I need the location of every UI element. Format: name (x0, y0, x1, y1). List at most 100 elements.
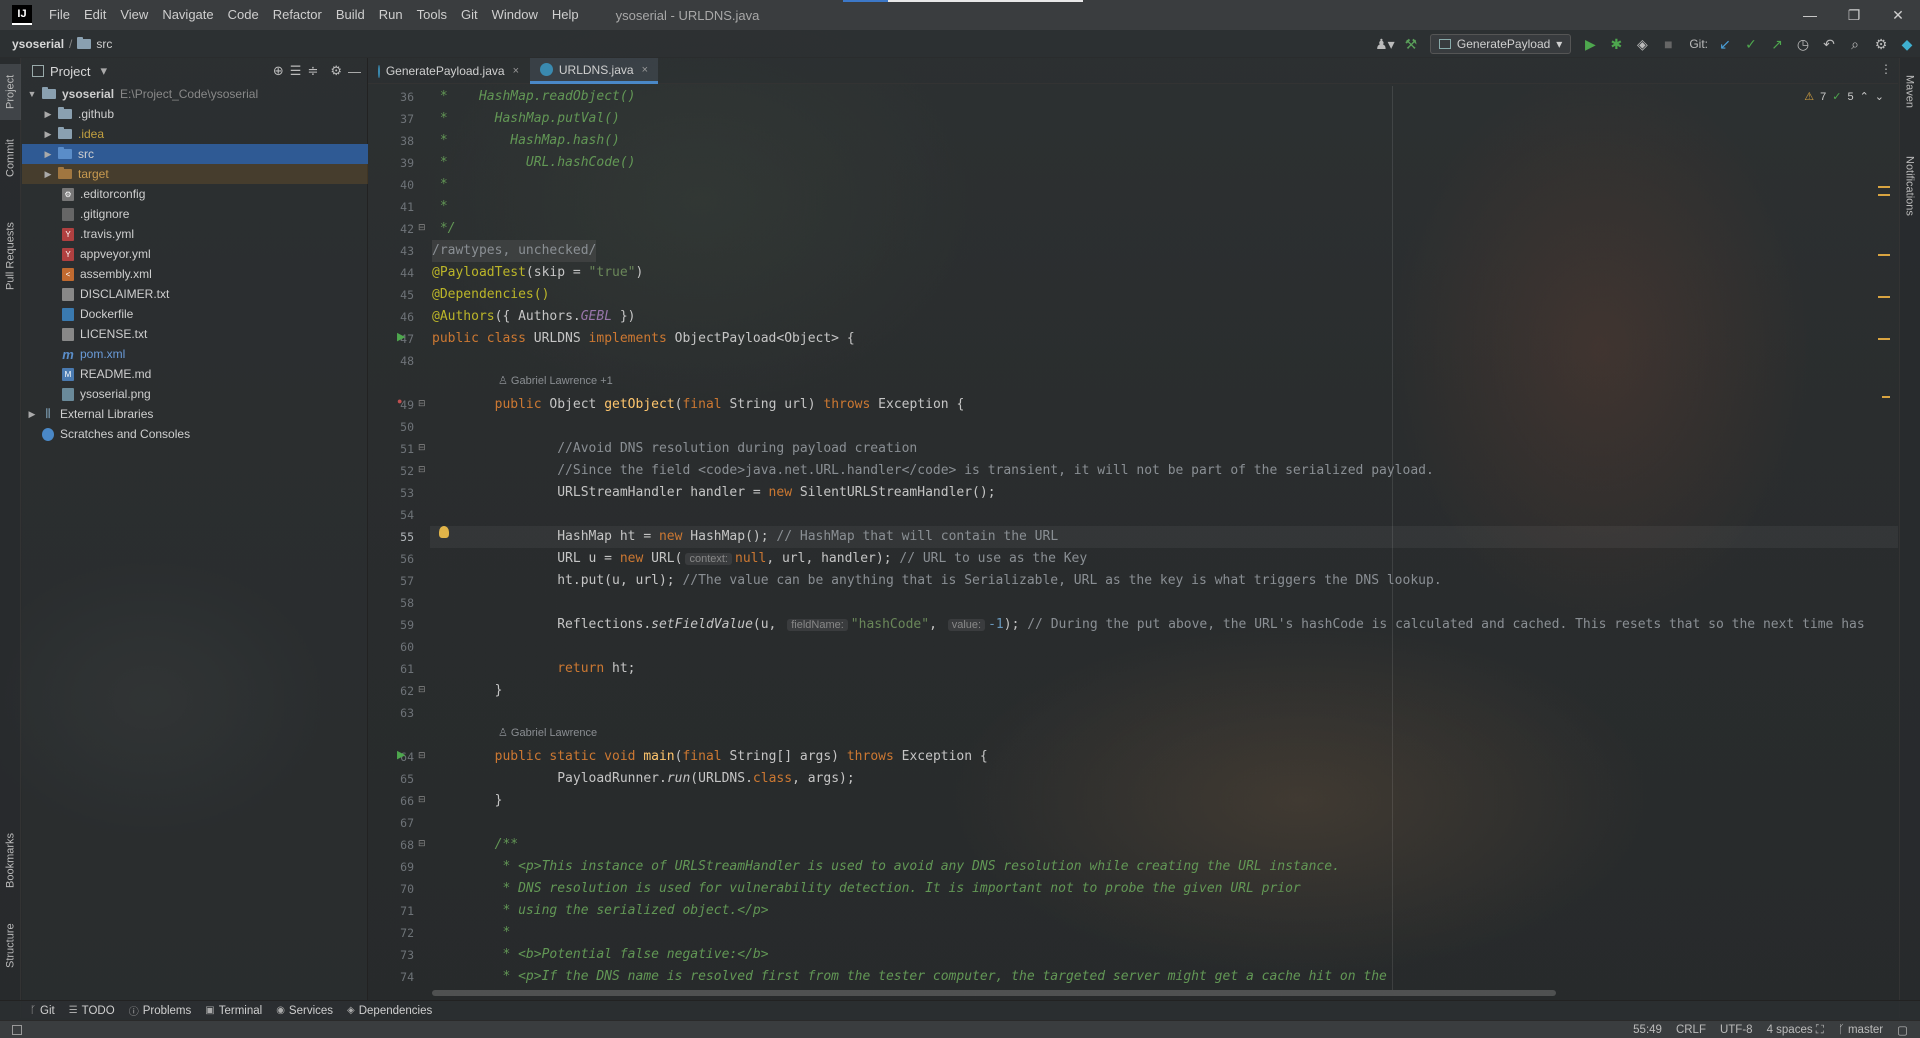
menu-run[interactable]: Run (372, 0, 410, 30)
history-icon[interactable]: ◷ (1790, 30, 1816, 58)
menu-navigate[interactable]: Navigate (155, 0, 220, 30)
close-icon[interactable]: × (513, 65, 519, 77)
locate-icon[interactable]: ⊕ (273, 63, 284, 79)
lock-icon[interactable]: ▢ (1897, 1023, 1908, 1037)
tree-item-dockerfile[interactable]: Dockerfile (22, 304, 368, 324)
menu-refactor[interactable]: Refactor (266, 0, 329, 30)
rollback-icon[interactable]: ↶ (1816, 30, 1842, 58)
tab-generatepayload[interactable]: GeneratePayload.java × (368, 58, 529, 84)
tree-item-external-libraries[interactable]: ▶ ⫼ External Libraries (22, 404, 368, 424)
menu-help[interactable]: Help (545, 0, 586, 30)
chevron-right-icon[interactable]: ▶ (42, 129, 54, 140)
coverage-icon[interactable]: ◈ (1629, 30, 1655, 58)
line-separator[interactable]: CRLF (1676, 1024, 1706, 1036)
run-gutter-icon[interactable]: ▶ (397, 330, 405, 343)
tree-item-appveyor[interactable]: Y appveyor.yml (22, 244, 368, 264)
settings-icon[interactable]: ⚙ (1868, 30, 1894, 58)
search-icon[interactable]: ⌕ (1842, 30, 1868, 58)
tree-item-target[interactable]: ▶ target (22, 164, 368, 184)
fold-marker-icon[interactable]: ⊟ (418, 222, 426, 233)
run-configuration-select[interactable]: GeneratePayload ▾ (1429, 34, 1572, 54)
hide-icon[interactable]: — (348, 64, 361, 79)
git-push-icon[interactable]: ↗ (1764, 30, 1790, 58)
menu-view[interactable]: View (113, 0, 155, 30)
tree-item-github[interactable]: ▶ .github (22, 104, 368, 124)
override-gutter-icon[interactable]: ● (397, 396, 402, 406)
tree-item-idea[interactable]: ▶ .idea (22, 124, 368, 144)
toolwindow-services[interactable]: ◉ Services (276, 1005, 333, 1017)
horizontal-scrollbar[interactable] (432, 990, 1556, 996)
tab-structure[interactable]: Structure (0, 912, 21, 980)
close-icon[interactable]: × (642, 64, 648, 76)
expand-all-icon[interactable]: ☰ (290, 63, 302, 79)
chevron-right-icon[interactable]: ▶ (42, 109, 54, 120)
toolwindow-dependencies[interactable]: ◈ Dependencies (347, 1005, 432, 1017)
maximize-button[interactable]: ❐ (1832, 0, 1876, 30)
menu-git[interactable]: Git (454, 0, 485, 30)
caret-position[interactable]: 55:49 (1633, 1024, 1662, 1036)
code-author-hint[interactable]: ♙ Gabriel Lawrence (498, 726, 597, 739)
menu-build[interactable]: Build (329, 0, 372, 30)
tree-item-readme[interactable]: M README.md (22, 364, 368, 384)
minimize-button[interactable]: — (1788, 0, 1832, 30)
indent-setting[interactable]: 4 spaces ⛶ (1767, 1024, 1824, 1037)
gear-icon[interactable]: ⚙ (330, 63, 342, 79)
tree-item-ysoserial-png[interactable]: ysoserial.png (22, 384, 368, 404)
fold-marker-icon[interactable]: ⊟ (418, 464, 426, 475)
toolwindow-git[interactable]: ᚴ Git (30, 1005, 55, 1017)
tab-bookmarks[interactable]: Bookmarks (0, 822, 21, 898)
tree-item-gitignore[interactable]: .gitignore (22, 204, 368, 224)
tab-commit[interactable]: Commit (0, 128, 21, 188)
fold-marker-icon[interactable]: ⊟ (418, 684, 426, 695)
app-logo[interactable]: IJ (12, 5, 32, 25)
tree-item-scratches[interactable]: Scratches and Consoles (22, 424, 368, 444)
menu-tools[interactable]: Tools (410, 0, 454, 30)
toolwindow-todo[interactable]: ☰ TODO (69, 1005, 115, 1017)
menu-edit[interactable]: Edit (77, 0, 113, 30)
run-gutter-icon[interactable]: ▶ (397, 748, 405, 761)
code-editor[interactable]: * HashMap.readObject() * HashMap.putVal(… (430, 86, 1898, 990)
tree-item-src[interactable]: ▶ src (22, 144, 368, 164)
tab-project[interactable]: Project (0, 64, 21, 120)
fold-marker-icon[interactable]: ⊟ (418, 442, 426, 453)
stop-icon[interactable]: ■ (1655, 30, 1681, 58)
chevron-down-icon[interactable]: ▾ (100, 63, 107, 79)
menu-file[interactable]: File (42, 0, 77, 30)
breadcrumb-folder[interactable]: src (96, 37, 112, 51)
tree-item-assembly[interactable]: < assembly.xml (22, 264, 368, 284)
tab-notifications[interactable]: Notifications (1899, 138, 1920, 234)
menu-window[interactable]: Window (485, 0, 545, 30)
close-button[interactable]: ✕ (1876, 0, 1920, 30)
git-branch[interactable]: ᚴ master (1838, 1024, 1883, 1036)
tab-pull-requests[interactable]: Pull Requests (0, 208, 21, 304)
build-hammer-icon[interactable]: ⚒ (1398, 30, 1424, 58)
chevron-down-icon[interactable]: ▼ (26, 89, 38, 99)
tree-item-disclaimer[interactable]: DISCLAIMER.txt (22, 284, 368, 304)
tree-item-license[interactable]: LICENSE.txt (22, 324, 368, 344)
file-encoding[interactable]: UTF-8 (1720, 1024, 1753, 1036)
tool-windows-toggle-icon[interactable] (12, 1024, 22, 1035)
menu-code[interactable]: Code (221, 0, 266, 30)
fold-marker-icon[interactable]: ⊟ (418, 750, 426, 761)
breadcrumb-project[interactable]: ysoserial (12, 37, 64, 51)
tree-item-pom[interactable]: m pom.xml (22, 344, 368, 364)
fold-marker-icon[interactable]: ⊟ (418, 838, 426, 849)
tab-maven[interactable]: Maven (1899, 64, 1920, 120)
chevron-right-icon[interactable]: ▶ (42, 169, 54, 180)
ide-updates-icon[interactable]: ◆ (1894, 30, 1920, 58)
account-icon[interactable]: ♟▾ (1372, 30, 1398, 58)
more-icon[interactable]: ⋮ (1880, 62, 1892, 76)
tree-item-ysoserial[interactable]: ▼ ysoserial E:\Project_Code\ysoserial (22, 84, 368, 104)
run-icon[interactable]: ▶ (1577, 30, 1603, 58)
code-author-hint[interactable]: ♙ Gabriel Lawrence +1 (498, 374, 613, 387)
chevron-right-icon[interactable]: ▶ (26, 409, 38, 420)
tree-item-travis[interactable]: Y .travis.yml (22, 224, 368, 244)
collapse-all-icon[interactable]: ≑ (307, 63, 318, 79)
toolwindow-problems[interactable]: ⓘ Problems (129, 1003, 192, 1019)
git-update-icon[interactable]: ↙ (1712, 30, 1738, 58)
tree-item-editorconfig[interactable]: ⚙ .editorconfig (22, 184, 368, 204)
git-commit-icon[interactable]: ✓ (1738, 30, 1764, 58)
chevron-right-icon[interactable]: ▶ (42, 149, 54, 160)
fold-marker-icon[interactable]: ⊟ (418, 794, 426, 805)
toolwindow-terminal[interactable]: ▣ Terminal (205, 1005, 262, 1017)
